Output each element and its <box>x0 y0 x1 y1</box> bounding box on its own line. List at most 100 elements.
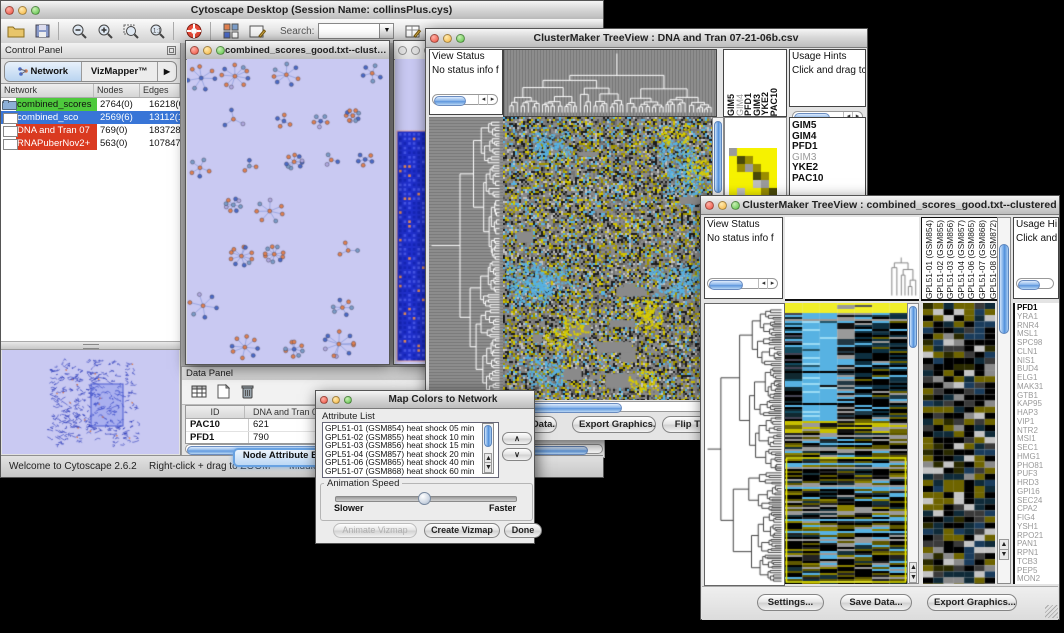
network-nodes: 563(0) <box>97 137 146 150</box>
treeview2-heatmap[interactable] <box>785 303 907 584</box>
tab-vizmapper[interactable]: VizMapper™ <box>82 62 159 81</box>
animate-vizmap-button[interactable]: Animate Vizmap <box>333 523 417 538</box>
zoom-window-icon[interactable] <box>731 201 740 210</box>
gene-label[interactable]: MON2 <box>1015 575 1059 584</box>
attribute-item[interactable]: GPL51-07 (GSM868) heat shock 60 min <box>325 467 498 476</box>
tabs-more-arrow-icon[interactable]: ▶ <box>158 62 176 81</box>
column-label[interactable]: GPL51-08 (GSM872) <box>988 220 997 299</box>
network-row[interactable]: combined_sco 2569(6) 13112(15) <box>1 111 180 124</box>
gene-label[interactable]: PFD1 <box>790 142 865 153</box>
network-overview-canvas[interactable] <box>2 350 179 454</box>
minimize-icon[interactable] <box>718 201 727 210</box>
search-input[interactable] <box>318 23 380 39</box>
float-panel-icon[interactable] <box>167 46 176 55</box>
close-icon[interactable] <box>5 6 14 15</box>
zoom-in-icon[interactable] <box>94 22 116 41</box>
treeview2-button-bar: Settings... Save Data... Export Graphics..… <box>702 586 1058 620</box>
network-row[interactable]: RNAPuberNov2+ 563(0) 107847(0) <box>1 137 180 150</box>
usage-hints-scrollbar[interactable] <box>1016 278 1054 289</box>
treeview2-right-vscrollbar[interactable]: ▲ ▼ <box>997 217 1011 584</box>
slider-thumb[interactable] <box>418 492 431 505</box>
save-icon[interactable] <box>31 22 53 41</box>
column-label[interactable]: GPL51-06 (GSM865) <box>966 220 977 299</box>
network1-titlebar[interactable]: combined_scores_good.txt--cluste... <box>186 41 389 60</box>
view-status-scrollbar[interactable]: ◂ ▸ <box>432 94 498 105</box>
treeview-button[interactable]: Settings... <box>757 594 824 611</box>
zoom-fit-icon[interactable]: 1:1 <box>146 22 168 41</box>
id-column-header: ID <box>186 406 245 418</box>
resize-grip[interactable] <box>1045 605 1058 618</box>
zoom-window-icon[interactable] <box>344 396 352 404</box>
column-label[interactable]: GPL51-02 (GSM855) <box>935 220 946 299</box>
column-label[interactable]: GPL51-07 (GSM868) <box>977 220 988 299</box>
tab-network-label: Network <box>31 66 68 77</box>
minimize-icon[interactable] <box>203 46 212 55</box>
tab-network[interactable]: Network <box>5 62 82 81</box>
tab-vizmapper-label: VizMapper™ <box>91 66 148 77</box>
column-label[interactable]: GPL51-01 (GSM854) <box>924 220 935 299</box>
treeview1-heatmap[interactable] <box>503 117 712 400</box>
treeview1-row-dendrogram[interactable] <box>429 117 503 400</box>
node-attribute-icon[interactable] <box>220 22 242 41</box>
treeview1-summary-heatmap[interactable] <box>729 148 777 197</box>
treeview2-titlebar[interactable]: ClusterMaker TreeView : combined_scores_… <box>701 196 1059 215</box>
help-lifebuoy-icon[interactable] <box>183 22 205 41</box>
edit-table-icon[interactable] <box>402 22 424 41</box>
gene-label[interactable]: YKE2 <box>790 163 865 174</box>
treeview-button[interactable]: Export Graphics... <box>927 594 1017 611</box>
minimize-icon[interactable] <box>18 6 27 15</box>
edit-network-icon[interactable] <box>246 22 268 41</box>
treeview-button[interactable]: Export Graphics... <box>572 416 656 433</box>
attribute-table-icon[interactable] <box>188 382 210 401</box>
treeview1-usage-hints: Usage Hints Click and drag tc <box>789 49 866 107</box>
column-label[interactable]: GPL51-03 (GSM856) <box>945 220 956 299</box>
treeview2-column-dendrogram[interactable] <box>785 217 919 301</box>
treeview1-titlebar[interactable]: ClusterMaker TreeView : DNA and Tran 07-… <box>426 29 867 48</box>
create-vizmap-button[interactable]: Create Vizmap <box>424 523 500 538</box>
search-dropdown-arrow[interactable]: ▼ <box>380 23 394 39</box>
treeview2-heatmap-vscrollbar[interactable]: ▲ ▼ <box>907 303 919 584</box>
minimize-icon[interactable] <box>411 46 420 55</box>
gene-label[interactable]: GIM5 <box>790 121 865 132</box>
close-icon[interactable] <box>398 46 407 55</box>
close-icon[interactable] <box>705 201 714 210</box>
treeview-button[interactable]: Save Data... <box>840 594 912 611</box>
delete-attribute-icon[interactable] <box>236 382 258 401</box>
new-attribute-icon[interactable] <box>212 382 234 401</box>
treeview2-row-dendrogram[interactable] <box>704 303 785 586</box>
view-status-scrollbar[interactable]: ◂ ▸ <box>707 278 778 289</box>
minimize-icon[interactable] <box>332 396 340 404</box>
network-row[interactable]: combined_scores 2764(0) 16218(0) <box>1 98 180 111</box>
network-view-window-1: combined_scores_good.txt--cluste... <box>185 40 390 365</box>
zoom-window-icon[interactable] <box>456 34 465 43</box>
close-icon[interactable] <box>430 34 439 43</box>
row-id: PFD1 <box>186 432 249 444</box>
move-down-button[interactable]: ∨ <box>502 448 532 461</box>
move-up-button[interactable]: ∧ <box>502 432 532 445</box>
gene-label[interactable]: PAC10 <box>790 174 865 185</box>
zoom-out-icon[interactable] <box>68 22 90 41</box>
treeview2-title: ClusterMaker TreeView : combined_scores_… <box>740 199 1059 211</box>
zoom-selected-icon[interactable] <box>120 22 142 41</box>
zoom-window-icon[interactable] <box>216 46 225 55</box>
close-icon[interactable] <box>190 46 199 55</box>
treeview2-gene-list[interactable]: PFD1YRA1RNR4MSL1SPC98CLN1NIS1BUD4ELG1MAK… <box>1013 303 1059 584</box>
done-button[interactable]: Done <box>504 523 542 538</box>
zoom-window-icon[interactable] <box>31 6 40 15</box>
treeview2-summary-heatmap[interactable] <box>923 303 995 584</box>
minimize-icon[interactable] <box>443 34 452 43</box>
view-status-title: View Status <box>430 50 502 64</box>
dialog-titlebar[interactable]: Map Colors to Network <box>316 391 534 409</box>
attribute-list-scrollbar[interactable]: ▲ ▼ <box>482 423 494 474</box>
network-row[interactable]: DNA and Tran 07 769(0) 183728(0) <box>1 124 180 137</box>
main-titlebar[interactable]: Cytoscape Desktop (Session Name: collins… <box>1 1 603 20</box>
column-label[interactable]: GPL51-04 (GSM857) <box>956 220 967 299</box>
network1-canvas[interactable] <box>187 59 389 364</box>
column-label[interactable]: PAC10 <box>770 88 779 116</box>
treeview1-column-dendrogram[interactable] <box>503 49 717 117</box>
open-folder-icon[interactable] <box>5 22 27 41</box>
usage-hints-text: Click and <box>1014 232 1058 246</box>
attribute-list[interactable]: GPL51-01 (GSM854) heat shock 05 minGPL51… <box>322 422 499 478</box>
network-overview[interactable] <box>2 349 179 454</box>
close-icon[interactable] <box>320 396 328 404</box>
